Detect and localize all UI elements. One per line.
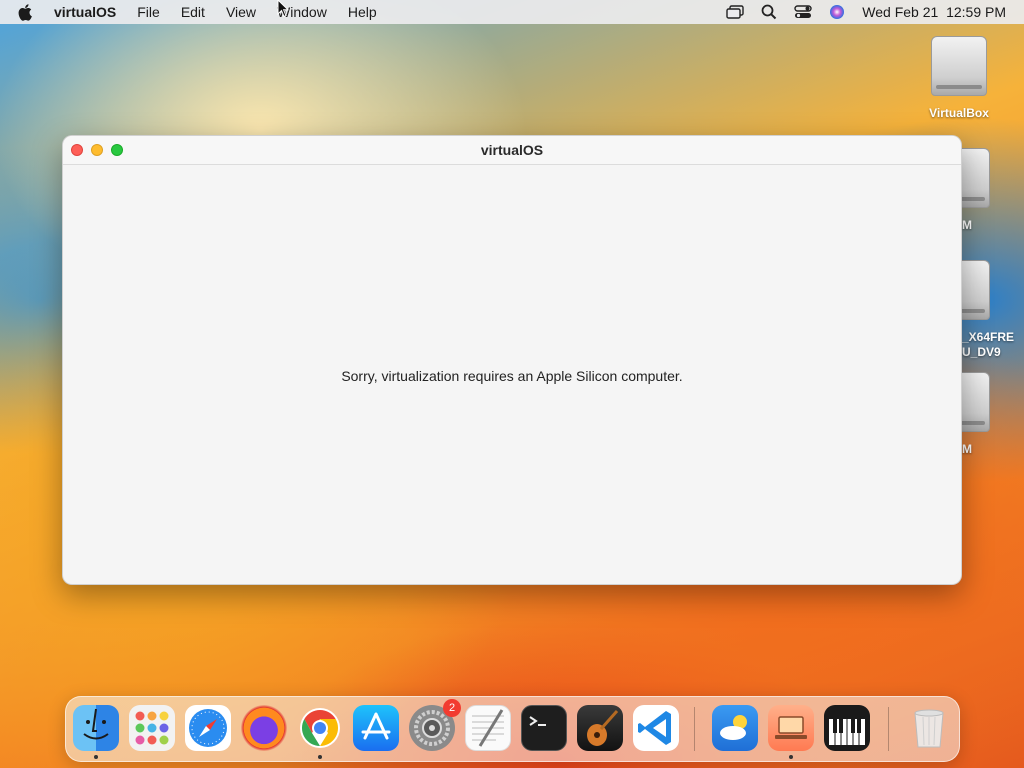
trash-icon[interactable]: [906, 705, 952, 751]
running-indicator: [94, 755, 98, 759]
window-titlebar[interactable]: virtualOS: [63, 136, 961, 165]
dock-separator: [888, 707, 889, 751]
minimize-button[interactable]: [91, 144, 103, 156]
apple-menu-icon[interactable]: [18, 3, 36, 21]
textedit-icon[interactable]: [465, 705, 511, 751]
error-message: Sorry, virtualization requires an Apple …: [341, 368, 683, 384]
menu-clock[interactable]: Wed Feb 21 12:59 PM: [862, 4, 1006, 20]
desktop-icon-virtualbox[interactable]: VirtualBox: [918, 36, 1000, 120]
menu-app-name[interactable]: virtualOS: [54, 4, 116, 20]
search-icon[interactable]: [760, 4, 778, 20]
control-center-icon[interactable]: [794, 4, 812, 20]
mouse-cursor-icon: [277, 0, 289, 18]
notification-badge: 2: [443, 699, 461, 717]
app-store-icon[interactable]: [353, 705, 399, 751]
menu-help[interactable]: Help: [348, 4, 377, 20]
launchpad-icon[interactable]: [129, 705, 175, 751]
desktop-icon-label: VirtualBox: [929, 106, 989, 120]
firefox-icon[interactable]: [241, 705, 287, 751]
vscode-icon[interactable]: [633, 705, 679, 751]
garageband-icon[interactable]: [577, 705, 623, 751]
traffic-lights: [71, 144, 123, 156]
app-window: virtualOS Sorry, virtualization requires…: [62, 135, 962, 585]
menu-edit[interactable]: Edit: [181, 4, 205, 20]
menu-view[interactable]: View: [226, 4, 256, 20]
dock: 2: [65, 696, 960, 762]
screen-mirroring-icon[interactable]: [726, 4, 744, 20]
piano-icon[interactable]: [824, 705, 870, 751]
status-area: Wed Feb 21 12:59 PM: [726, 4, 1006, 20]
menu-bar: virtualOS File Edit View Window Help Wed…: [0, 0, 1024, 24]
siri-icon[interactable]: [828, 4, 846, 20]
safari-icon[interactable]: [185, 705, 231, 751]
running-indicator: [318, 755, 322, 759]
drive-icon: [931, 36, 987, 96]
terminal-icon[interactable]: [521, 705, 567, 751]
dock-separator: [694, 707, 695, 751]
window-title: virtualOS: [480, 142, 544, 158]
weather-icon[interactable]: [712, 705, 758, 751]
menu-file[interactable]: File: [137, 4, 160, 20]
running-indicator: [789, 755, 793, 759]
chrome-icon[interactable]: [297, 705, 343, 759]
virtualos-icon[interactable]: [768, 705, 814, 759]
close-button[interactable]: [71, 144, 83, 156]
maximize-button[interactable]: [111, 144, 123, 156]
system-settings-icon[interactable]: 2: [409, 699, 461, 751]
finder-icon[interactable]: [73, 705, 119, 759]
window-content: Sorry, virtualization requires an Apple …: [63, 165, 961, 584]
